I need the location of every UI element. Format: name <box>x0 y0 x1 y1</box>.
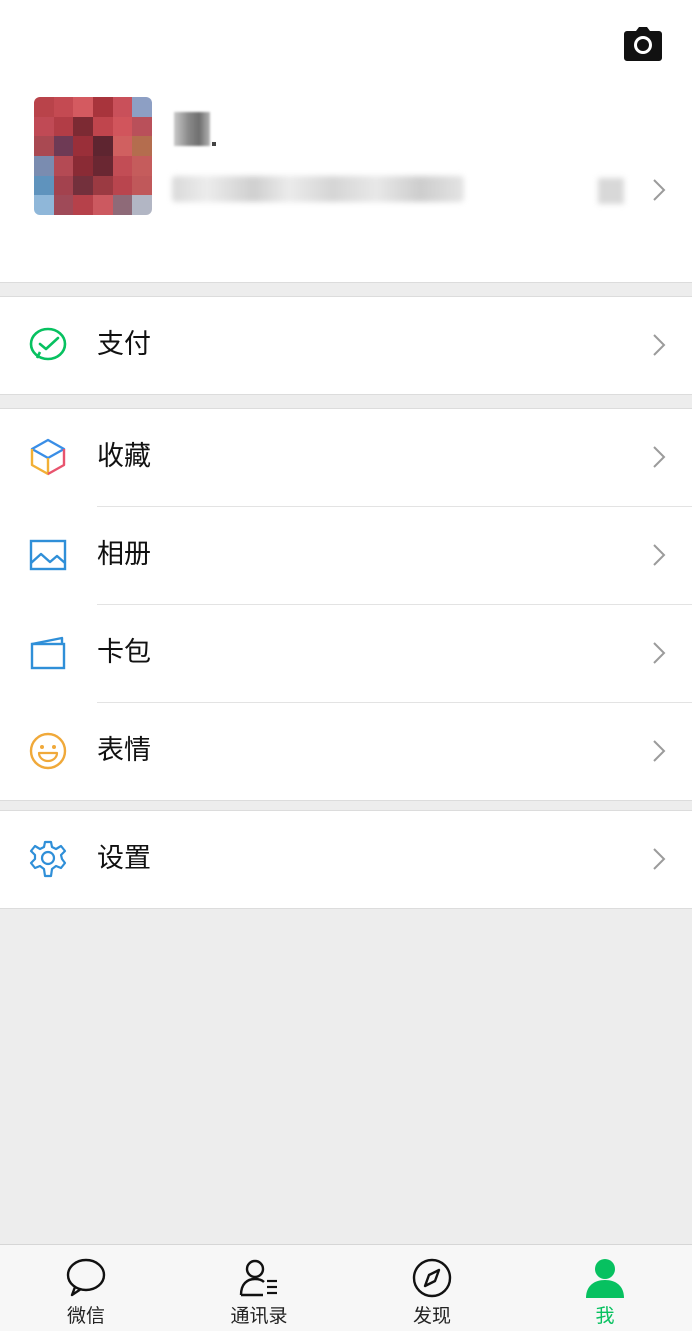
pay-icon <box>29 327 67 361</box>
tab-chats[interactable]: 微信 <box>26 1245 146 1331</box>
menu-label-album: 相册 <box>97 539 151 570</box>
me-screen: 支付 收藏 相册 卡包 表情 设置 微信 通讯录 发现 我 <box>0 0 692 1331</box>
tab-discover[interactable]: 发现 <box>372 1245 492 1331</box>
tab-label-me: 我 <box>595 1305 615 1327</box>
tab-label-discover: 发现 <box>412 1305 451 1327</box>
menu-label-pay: 支付 <box>97 329 151 360</box>
menu-label-stickers: 表情 <box>97 735 151 766</box>
chevron-right-icon <box>653 740 666 762</box>
menu-item-settings[interactable]: 设置 <box>0 811 692 908</box>
chevron-right-icon <box>653 642 666 664</box>
album-icon <box>29 539 67 571</box>
chevron-right-icon[interactable] <box>652 178 666 202</box>
avatar[interactable] <box>34 97 152 215</box>
nickname <box>174 108 220 146</box>
tab-contacts[interactable]: 通讯录 <box>199 1245 319 1331</box>
gear-icon <box>29 840 67 878</box>
tab-label-chats: 微信 <box>66 1305 105 1327</box>
profile-header <box>0 0 692 283</box>
chevron-right-icon <box>653 334 666 356</box>
menu-label-favorites: 收藏 <box>97 441 151 472</box>
tab-label-contacts: 通讯录 <box>230 1305 288 1327</box>
emoji-icon <box>29 732 67 770</box>
menu-item-cards[interactable]: 卡包 <box>0 605 692 702</box>
favorites-icon <box>30 438 66 476</box>
menu-label-settings: 设置 <box>97 843 151 874</box>
contacts-icon <box>239 1259 277 1297</box>
menu-item-favorites[interactable]: 收藏 <box>0 409 692 506</box>
tab-me[interactable]: 我 <box>545 1245 665 1331</box>
wechat-id <box>172 176 464 202</box>
menu-item-pay[interactable]: 支付 <box>0 297 692 394</box>
settings-section: 设置 <box>0 810 692 909</box>
chevron-right-icon <box>653 446 666 468</box>
qr-code-icon[interactable] <box>598 178 624 204</box>
compass-icon <box>412 1258 452 1298</box>
menu-label-cards: 卡包 <box>97 637 151 668</box>
chat-bubble-icon <box>66 1258 106 1297</box>
person-icon <box>586 1259 624 1298</box>
camera-icon[interactable] <box>624 27 662 61</box>
menu-item-stickers[interactable]: 表情 <box>0 703 692 800</box>
tab-bar: 微信 通讯录 发现 我 <box>0 1244 692 1331</box>
chevron-right-icon <box>653 848 666 870</box>
chevron-right-icon <box>653 544 666 566</box>
pay-section: 支付 <box>0 296 692 395</box>
main-section: 收藏 相册 卡包 表情 <box>0 408 692 801</box>
menu-item-album[interactable]: 相册 <box>0 507 692 604</box>
card-wallet-icon <box>30 636 66 670</box>
